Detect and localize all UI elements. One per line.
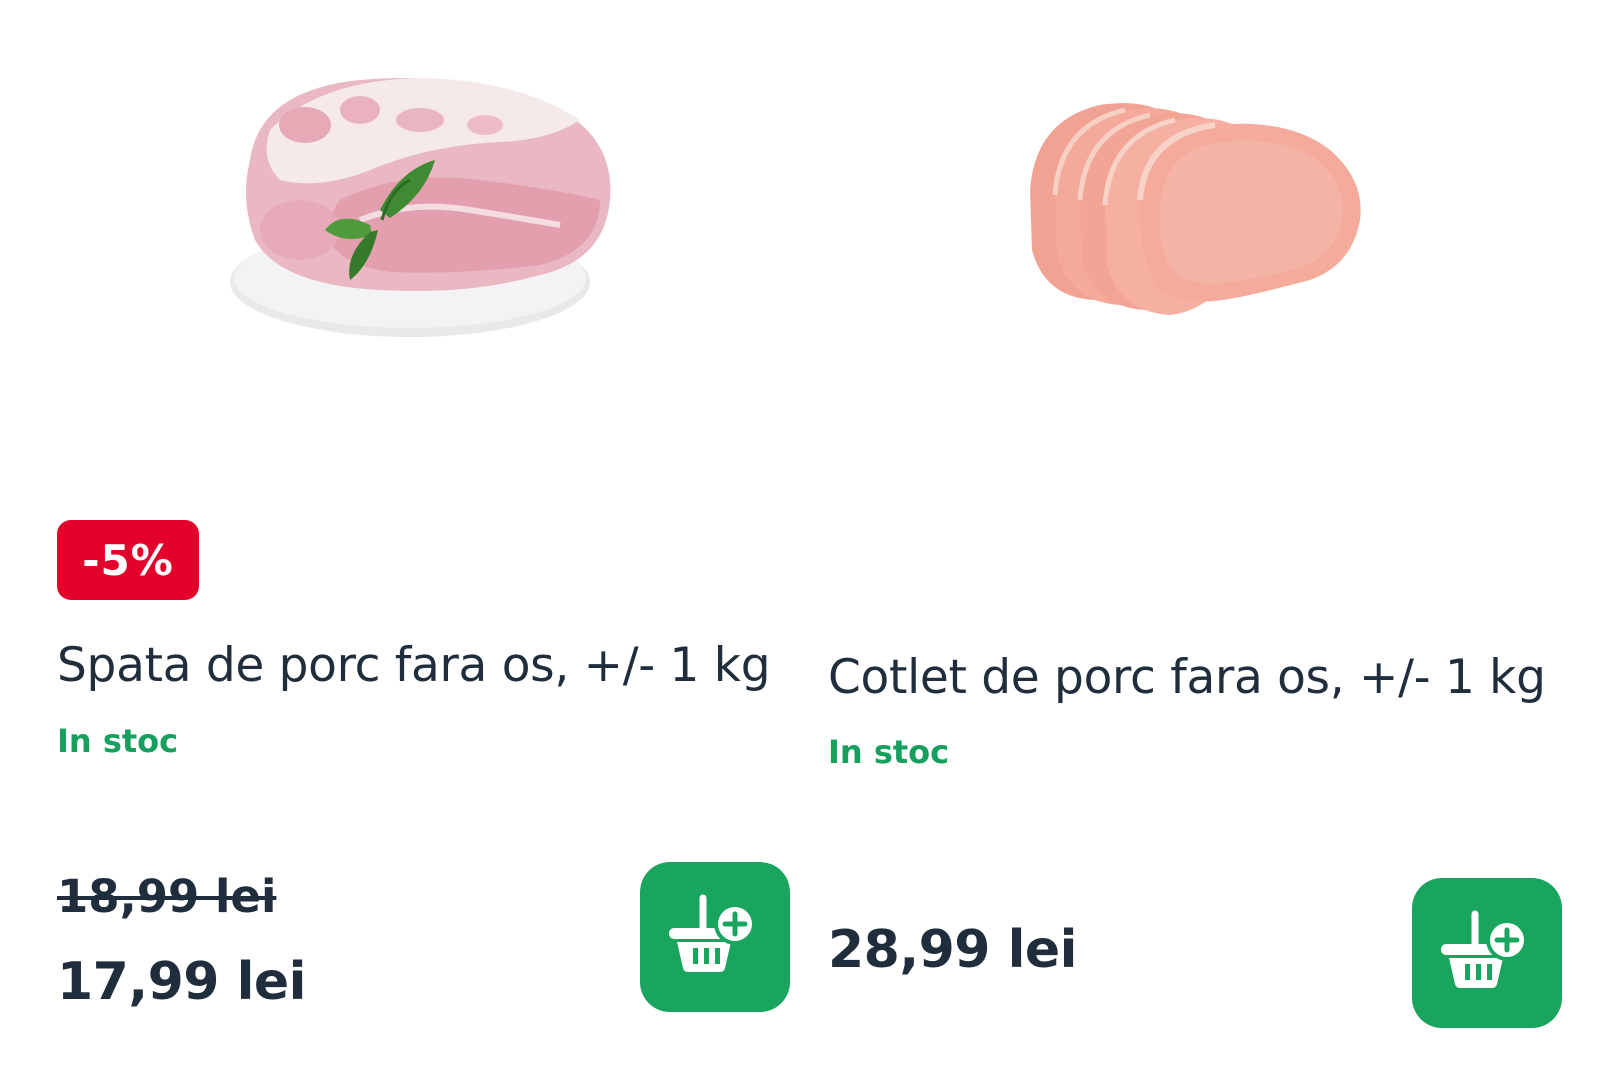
product-name[interactable]: Cotlet de porc fara os, +/- 1 kg (828, 650, 1546, 705)
discount-badge: -5% (57, 520, 199, 600)
current-price: 17,99 lei (57, 952, 307, 1012)
pork-chops-image[interactable] (1010, 80, 1370, 320)
old-price: 18,99 lei (57, 870, 277, 923)
basket-plus-icon (669, 894, 756, 972)
add-to-cart-button[interactable] (640, 862, 790, 1012)
current-price: 28,99 lei (828, 920, 1078, 980)
product-card-pork-shoulder[interactable]: -5% Spata de porc fara os, +/- 1 kg In s… (0, 0, 790, 1080)
pork-shoulder-image[interactable] (220, 50, 640, 350)
add-to-cart-button[interactable] (1412, 878, 1562, 1028)
stock-status: In stoc (828, 733, 950, 771)
basket-plus-icon (1441, 910, 1528, 988)
product-name[interactable]: Spata de porc fara os, +/- 1 kg (57, 638, 771, 693)
stock-status: In stoc (57, 722, 179, 760)
product-card-pork-chops[interactable]: Cotlet de porc fara os, +/- 1 kg In stoc… (790, 0, 1620, 1080)
